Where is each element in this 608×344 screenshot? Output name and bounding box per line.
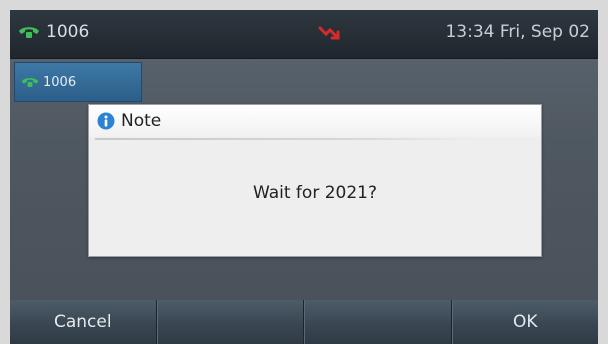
ok-softkey[interactable]: OK bbox=[451, 300, 598, 344]
info-icon bbox=[97, 112, 115, 130]
cancel-softkey[interactable]: Cancel bbox=[10, 300, 157, 344]
missed-call-icon bbox=[318, 26, 340, 40]
dialog-message: Wait for 2021? bbox=[253, 183, 377, 203]
phone-handset-icon bbox=[21, 78, 39, 87]
phone-handset-icon bbox=[19, 27, 39, 38]
dialog-divider bbox=[95, 138, 475, 140]
phone-screen: 1006 13:34 Fri, Sep 02 1006 Note Wait fo… bbox=[10, 10, 598, 344]
status-bar: 1006 13:34 Fri, Sep 02 bbox=[10, 10, 598, 59]
line-key-label: 1006 bbox=[43, 74, 77, 90]
empty-softkey-2[interactable] bbox=[156, 300, 304, 344]
dialog-header: Note bbox=[89, 105, 541, 137]
line-key-1006[interactable]: 1006 bbox=[14, 62, 142, 102]
status-account: 1006 bbox=[18, 22, 89, 42]
status-datetime: 13:34 Fri, Sep 02 bbox=[445, 22, 590, 42]
status-account-label: 1006 bbox=[46, 22, 90, 42]
dialog-title: Note bbox=[121, 111, 162, 131]
softkey-bar: Cancel OK bbox=[10, 300, 598, 344]
note-dialog: Note Wait for 2021? bbox=[88, 104, 542, 257]
empty-softkey-3[interactable] bbox=[304, 300, 452, 344]
